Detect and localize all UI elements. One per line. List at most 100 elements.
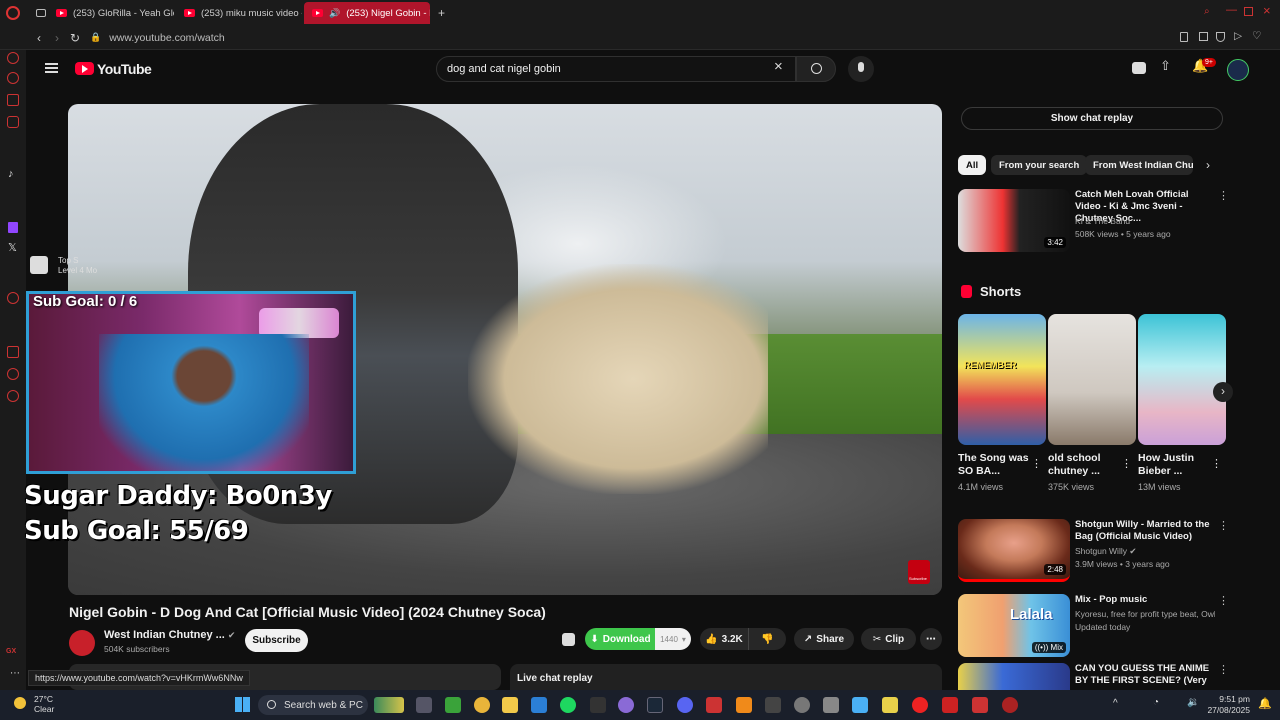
short-item[interactable]: old school chutney ... 375K views ⋮	[1048, 314, 1136, 492]
short-thumbnail[interactable]: REMEMBER	[958, 314, 1046, 445]
more-options-icon[interactable]: ⋮	[1218, 594, 1229, 607]
upload-icon[interactable]: ⇧	[1160, 58, 1171, 74]
like-button[interactable]: 👍 3.2K	[700, 628, 748, 650]
settings-icon[interactable]	[7, 368, 19, 380]
volume-icon[interactable]: 🔉	[1187, 697, 1199, 708]
tab-glorilla[interactable]: (253) GloRilla - Yeah Glo!×	[48, 2, 174, 24]
close-window-icon[interactable]: ×	[1263, 3, 1271, 18]
app-icon[interactable]	[942, 697, 958, 713]
twitch-icon[interactable]	[8, 222, 18, 233]
share-button[interactable]: ↗ Share	[794, 628, 854, 650]
app-icon[interactable]	[706, 697, 722, 713]
youtube-logo[interactable]: YouTube	[97, 61, 152, 77]
reload-icon[interactable]: ↻	[66, 31, 84, 45]
search-button[interactable]	[796, 56, 836, 82]
workspaces-icon[interactable]	[36, 9, 46, 17]
more-actions-button[interactable]: ⋯	[920, 628, 942, 650]
playlist-thumbnail[interactable]: Lalala ((•)) Mix	[958, 594, 1070, 657]
app-icon[interactable]	[1002, 697, 1018, 713]
spotify-icon[interactable]	[560, 697, 576, 713]
player-icon[interactable]: ▷	[1234, 30, 1242, 42]
epic-games-icon[interactable]	[590, 697, 606, 713]
more-options-icon[interactable]: ⋮	[1121, 457, 1132, 470]
more-options-icon[interactable]: ⋮	[1218, 189, 1229, 202]
app-icon[interactable]	[882, 697, 898, 713]
bookmarks-icon[interactable]	[7, 346, 19, 358]
tab-nigel-gobin[interactable]: 🔊(253) Nigel Gobin - D×	[304, 2, 430, 24]
app-icon[interactable]	[794, 697, 810, 713]
taskbar-clock[interactable]: 9:51 pm 27/08/2025	[1200, 694, 1250, 716]
forward-icon[interactable]: ›	[48, 31, 66, 45]
channel-avatar[interactable]	[69, 630, 95, 656]
chip-from-your-search[interactable]: From your search	[991, 155, 1088, 175]
new-tab-icon[interactable]: +	[438, 6, 445, 20]
weather-widget[interactable]: 27°C Clear	[34, 694, 54, 714]
x-twitter-icon[interactable]: 𝕏	[8, 241, 17, 254]
app-icon[interactable]	[765, 697, 781, 713]
voice-search-button[interactable]	[848, 56, 874, 82]
file-explorer-icon[interactable]	[502, 697, 518, 713]
steam-icon[interactable]	[647, 697, 663, 713]
short-item[interactable]: How Justin Bieber ... 13M views ⋮	[1138, 314, 1226, 492]
download-count[interactable]: 1440 ▾	[655, 628, 691, 650]
url-field[interactable]: www.youtube.com/watch	[109, 32, 225, 44]
chip-from-channel[interactable]: From West Indian Chutn	[1085, 155, 1193, 175]
more-options-icon[interactable]: ⋮	[1031, 457, 1042, 470]
gx-icon[interactable]: GX	[6, 648, 16, 655]
extensions-icon[interactable]	[7, 390, 19, 402]
gaming-icon[interactable]	[7, 94, 19, 106]
search-input[interactable]: dog and cat nigel gobin	[436, 56, 796, 82]
heart-icon[interactable]: ♡	[1252, 30, 1261, 42]
opera-gx-icon[interactable]	[912, 697, 928, 713]
tray-chevron-icon[interactable]: ^	[1113, 698, 1118, 709]
clip-button[interactable]: ✂ Clip	[861, 628, 916, 650]
back-icon[interactable]: ‹	[30, 31, 48, 45]
speaker-icon[interactable]: 🔊	[329, 8, 340, 19]
subscribe-button[interactable]: Subscribe	[245, 629, 308, 652]
dislike-button[interactable]: 👎	[748, 628, 786, 650]
taskbar-search[interactable]: Search web & PC	[258, 695, 368, 715]
app-icon[interactable]	[852, 697, 868, 713]
ai-icon[interactable]	[7, 72, 19, 84]
gx-download-icon[interactable]	[562, 633, 575, 646]
more-icon[interactable]: ⋯	[10, 668, 20, 679]
short-thumbnail[interactable]	[1138, 314, 1226, 445]
widgets-icon[interactable]	[374, 697, 404, 713]
maximize-icon[interactable]	[1244, 7, 1253, 16]
task-view-icon[interactable]	[416, 697, 432, 713]
discord-icon[interactable]	[677, 697, 693, 713]
wifi-icon[interactable]: ◔	[1153, 697, 1159, 708]
clear-search-icon[interactable]: ×	[774, 58, 783, 75]
chip-all[interactable]: All	[958, 155, 987, 175]
avatar[interactable]	[1227, 59, 1249, 81]
windows-start-icon[interactable]	[235, 697, 250, 712]
shorts-next-button[interactable]: ›	[1213, 382, 1233, 402]
chrome-icon[interactable]	[474, 697, 490, 713]
create-icon[interactable]	[1132, 62, 1146, 74]
minimize-icon[interactable]: —	[1226, 4, 1237, 16]
music-icon[interactable]	[7, 292, 19, 304]
more-options-icon[interactable]: ⋮	[1218, 663, 1228, 676]
tab-miku[interactable]: (253) miku music video -×	[176, 2, 302, 24]
tiktok-icon[interactable]: ♪	[8, 168, 14, 180]
minecraft-icon[interactable]	[445, 697, 461, 713]
snapshot-icon[interactable]	[1199, 32, 1208, 41]
notifications-tray-icon[interactable]: 🔔	[1258, 697, 1272, 710]
channel-name[interactable]: West Indian Chutney ... ✔	[104, 629, 235, 641]
wallet-icon[interactable]	[7, 116, 19, 128]
bookmark-icon[interactable]	[1180, 32, 1188, 42]
history-icon[interactable]	[7, 52, 19, 64]
vlc-icon[interactable]	[736, 697, 752, 713]
more-options-icon[interactable]: ⋮	[1218, 519, 1229, 532]
app-icon[interactable]	[972, 697, 988, 713]
video-thumbnail[interactable]: 3:42	[958, 189, 1070, 252]
live-chat-replay-header[interactable]: Live chat replay	[510, 664, 942, 690]
video-thumbnail[interactable]	[958, 663, 1070, 690]
vscode-icon[interactable]	[531, 697, 547, 713]
download-button[interactable]: ⬇ Download	[585, 628, 656, 650]
app-icon[interactable]	[618, 697, 634, 713]
opera-logo-icon[interactable]	[6, 6, 20, 20]
shield-icon[interactable]	[1216, 32, 1225, 42]
recommendation-item[interactable]: CAN YOU GUESS THE ANIME BY THE FIRST SCE…	[958, 663, 1228, 690]
short-item[interactable]: REMEMBER The Song was SO BA... 4.1M view…	[958, 314, 1046, 492]
